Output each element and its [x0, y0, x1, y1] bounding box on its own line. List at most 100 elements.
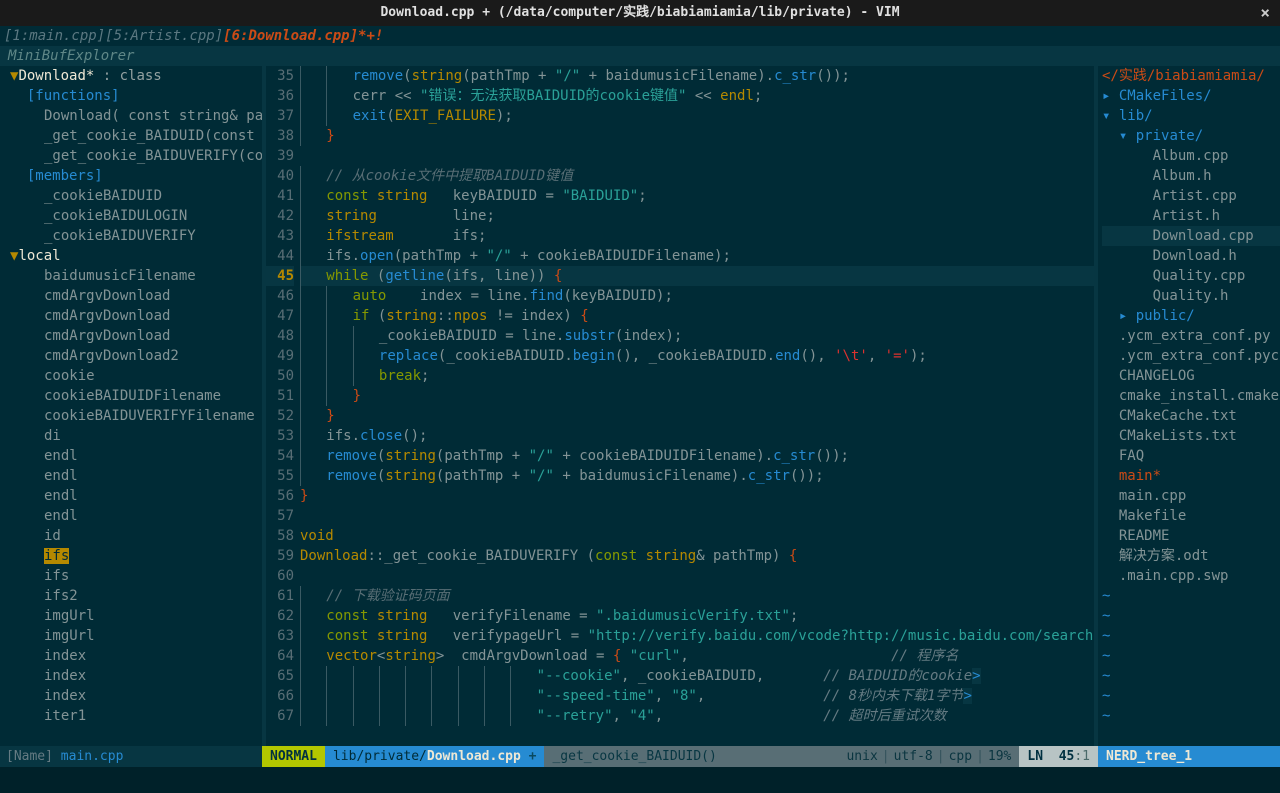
code-line[interactable]: cerr << "错误：无法获取BAIDUID的cookie键值" << end…	[300, 86, 1098, 106]
code-line[interactable]: exit(EXIT_FAILURE);	[300, 106, 1098, 126]
tagbar-item[interactable]: _cookieBAIDULOGIN	[0, 206, 262, 226]
tree-file[interactable]: CMakeLists.txt	[1102, 426, 1280, 446]
code-line[interactable]: }	[300, 126, 1098, 146]
code-line[interactable]: auto index = line.find(keyBAIDUID);	[300, 286, 1098, 306]
tree-file[interactable]: Artist.cpp	[1102, 186, 1280, 206]
code-line[interactable]: while (getline(ifs, line)) {	[300, 266, 1098, 286]
tree-file[interactable]: Download.cpp	[1102, 226, 1280, 246]
code-line[interactable]: ifs.close();	[300, 426, 1098, 446]
tagbar-item[interactable]: index	[0, 666, 262, 686]
tagbar-item[interactable]: id	[0, 526, 262, 546]
tagbar-item[interactable]: endl	[0, 486, 262, 506]
code-line[interactable]: "--cookie", _cookieBAIDUID, // BAIDUID的c…	[300, 666, 1098, 686]
tagbar-item[interactable]: index	[0, 686, 262, 706]
tagbar-item[interactable]: _cookieBAIDUID	[0, 186, 262, 206]
tree-file[interactable]: Makefile	[1102, 506, 1280, 526]
source-content[interactable]: remove(string(pathTmp + "/" + baidumusic…	[300, 66, 1098, 746]
buffer-tab[interactable]: [5:Artist.cpp]	[105, 28, 223, 44]
tagbar-item[interactable]: ifs2	[0, 586, 262, 606]
tree-file[interactable]: Download.h	[1102, 246, 1280, 266]
tree-file[interactable]: 解决方案.odt	[1102, 546, 1280, 566]
tree-dir[interactable]: ▾ lib/	[1102, 106, 1280, 126]
tree-file[interactable]: .main.cpp.swp	[1102, 566, 1280, 586]
tagbar-item[interactable]: cmdArgvDownload	[0, 306, 262, 326]
code-line[interactable]: }	[300, 406, 1098, 426]
code-line[interactable]: ifstream ifs;	[300, 226, 1098, 246]
code-line[interactable]: const string keyBAIDUID = "BAIDUID";	[300, 186, 1098, 206]
tagbar-item[interactable]: _get_cookie_BAIDUID(const string	[0, 126, 262, 146]
code-editor[interactable]: 3536373839404142434445464748495051525354…	[266, 66, 1098, 746]
tagbar-item[interactable]: cmdArgvDownload	[0, 286, 262, 306]
tagbar-item[interactable]: cookie	[0, 366, 262, 386]
tree-file[interactable]: Quality.cpp	[1102, 266, 1280, 286]
code-line[interactable]: const string verifyFilename = ".baidumus…	[300, 606, 1098, 626]
tagbar-item[interactable]: baidumusicFilename	[0, 266, 262, 286]
code-line[interactable]: const string verifypageUrl = "http://ver…	[300, 626, 1098, 646]
code-line[interactable]: if (string::npos != index) {	[300, 306, 1098, 326]
nerdtree-panel[interactable]: </实践/biabiamiamia/▸ CMakeFiles/▾ lib/ ▾ …	[1098, 66, 1280, 746]
code-line[interactable]: }	[300, 386, 1098, 406]
code-line[interactable]: void	[300, 526, 1098, 546]
code-line[interactable]: }	[300, 486, 1098, 506]
tree-file[interactable]: main*	[1102, 466, 1280, 486]
code-line[interactable]: // 从cookie文件中提取BAIDUID键值	[300, 166, 1098, 186]
tree-file[interactable]: main.cpp	[1102, 486, 1280, 506]
tree-file[interactable]: Quality.h	[1102, 286, 1280, 306]
code-line[interactable]: break;	[300, 366, 1098, 386]
tagbar-item[interactable]: _get_cookie_BAIDUVERIFY(const string	[0, 146, 262, 166]
tagbar-item[interactable]: iter1	[0, 706, 262, 726]
code-line[interactable]: _cookieBAIDUID = line.substr(index);	[300, 326, 1098, 346]
tagbar-item[interactable]: cookieBAIDUVERIFYFilename	[0, 406, 262, 426]
tree-file[interactable]: cmake_install.cmake	[1102, 386, 1280, 406]
tree-file[interactable]: Album.cpp	[1102, 146, 1280, 166]
tagbar-item[interactable]: [members]	[0, 166, 262, 186]
tagbar-item[interactable]: cmdArgvDownload2	[0, 346, 262, 366]
tagbar-item[interactable]: cookieBAIDUIDFilename	[0, 386, 262, 406]
tagbar-item[interactable]: Download( const string& pathTmp	[0, 106, 262, 126]
code-line[interactable]: string line;	[300, 206, 1098, 226]
tagbar-item[interactable]: cmdArgvDownload	[0, 326, 262, 346]
code-line[interactable]: vector<string> cmdArgvDownload = { "curl…	[300, 646, 1098, 666]
tree-file[interactable]: CMakeCache.txt	[1102, 406, 1280, 426]
tree-root[interactable]: </实践/biabiamiamia/	[1102, 66, 1280, 86]
code-line[interactable]: remove(string(pathTmp + "/" + baidumusic…	[300, 66, 1098, 86]
tree-file[interactable]: FAQ	[1102, 446, 1280, 466]
tree-file[interactable]: CHANGELOG	[1102, 366, 1280, 386]
code-line[interactable]: ifs.open(pathTmp + "/" + cookieBAIDUIDFi…	[300, 246, 1098, 266]
tree-file[interactable]: Artist.h	[1102, 206, 1280, 226]
tagbar-group-header[interactable]: ▼Download* : class	[0, 66, 262, 86]
close-icon[interactable]: ×	[1260, 3, 1270, 23]
tagbar-item[interactable]: imgUrl	[0, 606, 262, 626]
code-line[interactable]: remove(string(pathTmp + "/" + cookieBAID…	[300, 446, 1098, 466]
tagbar-item[interactable]: di	[0, 426, 262, 446]
tree-file[interactable]: .ycm_extra_conf.pyc	[1102, 346, 1280, 366]
code-line[interactable]: "--retry", "4", // 超时后重试次数	[300, 706, 1098, 726]
tagbar-panel[interactable]: ▼Download* : class [functions]Download( …	[0, 66, 262, 746]
tagbar-item[interactable]: index	[0, 646, 262, 666]
tree-dir[interactable]: ▸ public/	[1102, 306, 1280, 326]
tree-file[interactable]: .ycm_extra_conf.py	[1102, 326, 1280, 346]
command-line[interactable]	[0, 767, 1280, 793]
tagbar-item[interactable]: ifs	[0, 546, 262, 566]
tree-file[interactable]: README	[1102, 526, 1280, 546]
code-line[interactable]: remove(string(pathTmp + "/" + baidumusic…	[300, 466, 1098, 486]
code-line[interactable]: "--speed-time", "8", // 8秒内未下载1字节>	[300, 686, 1098, 706]
code-line[interactable]: Download::_get_cookie_BAIDUVERIFY (const…	[300, 546, 1098, 566]
tagbar-item[interactable]: [functions]	[0, 86, 262, 106]
code-line[interactable]	[300, 506, 1098, 526]
code-line[interactable]	[300, 146, 1098, 166]
tagbar-group-header[interactable]: ▼local	[0, 246, 262, 266]
tagbar-item[interactable]: endl	[0, 446, 262, 466]
code-line[interactable]: replace(_cookieBAIDUID.begin(), _cookieB…	[300, 346, 1098, 366]
code-line[interactable]	[300, 566, 1098, 586]
tagbar-item[interactable]: endl	[0, 506, 262, 526]
tree-dir[interactable]: ▾ private/	[1102, 126, 1280, 146]
tagbar-item[interactable]: ifs	[0, 566, 262, 586]
tagbar-item[interactable]: endl	[0, 466, 262, 486]
code-line[interactable]: // 下载验证码页面	[300, 586, 1098, 606]
tagbar-item[interactable]: imgUrl	[0, 626, 262, 646]
tree-file[interactable]: Album.h	[1102, 166, 1280, 186]
buffer-tab[interactable]: [6:Download.cpp]*+!	[223, 28, 383, 44]
buffer-tab[interactable]: [1:main.cpp]	[4, 28, 105, 44]
tree-dir[interactable]: ▸ CMakeFiles/	[1102, 86, 1280, 106]
